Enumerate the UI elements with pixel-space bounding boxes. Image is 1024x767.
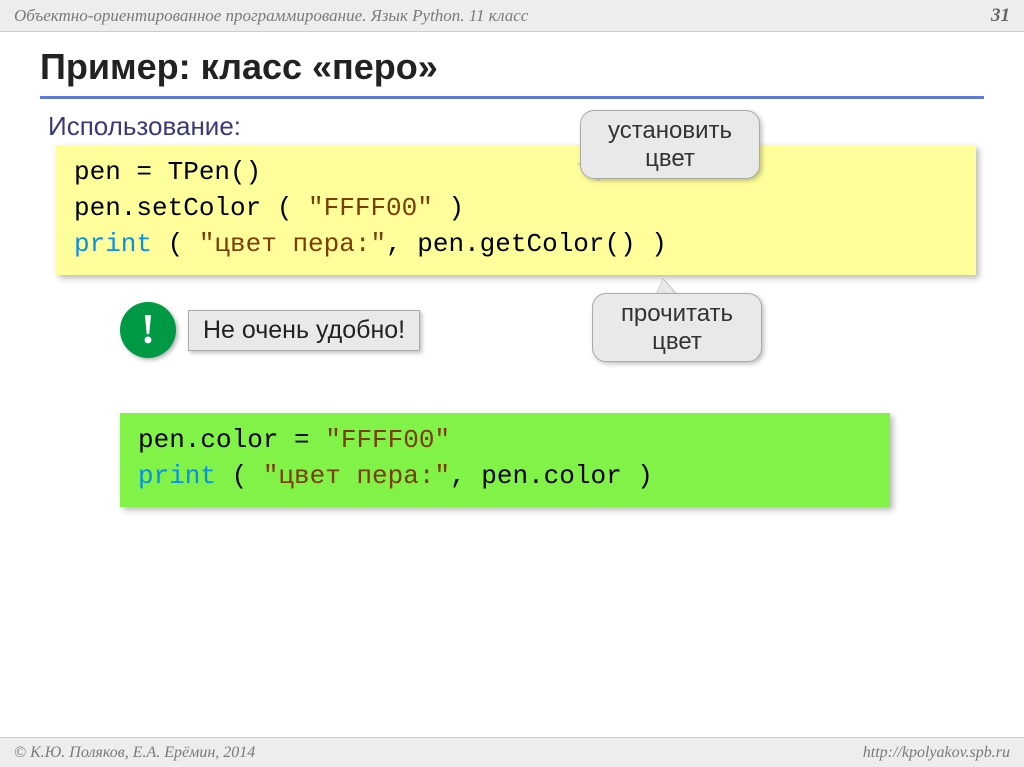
page-number: 31 [991, 5, 1010, 27]
code-text: ) [433, 193, 464, 223]
code-line: print ( "цвет пера:", pen.color ) [138, 459, 872, 495]
title-divider [40, 96, 984, 99]
exclamation-icon: ! [120, 302, 176, 358]
code-text: pen.setColor ( [74, 193, 308, 223]
note-row: ! Не очень удобно! [120, 302, 420, 358]
code-line: pen = TPen() [74, 155, 958, 191]
code-keyword: print [74, 229, 152, 259]
code-string: "FFFF00" [308, 193, 433, 223]
code-text: ( [152, 229, 199, 259]
footer-bar: © К.Ю. Поляков, Е.А. Ерёмин, 2014 http:/… [0, 737, 1024, 767]
code-text: , pen.getColor() ) [386, 229, 667, 259]
callout-read-color: прочитать цвет [592, 293, 762, 362]
code-string: "цвет пера:" [199, 229, 386, 259]
code-text: pen.color = [138, 425, 325, 455]
code-line: pen.setColor ( "FFFF00" ) [74, 191, 958, 227]
code-line: print ( "цвет пера:", pen.getColor() ) [74, 227, 958, 263]
code-string: "цвет пера:" [263, 461, 450, 491]
code-text: = TPen() [121, 157, 261, 187]
code-block-yellow: pen = TPen() pen.setColor ( "FFFF00" ) p… [56, 145, 976, 275]
code-line: pen.color = "FFFF00" [138, 423, 872, 459]
footer-copyright: © К.Ю. Поляков, Е.А. Ерёмин, 2014 [14, 744, 255, 762]
code-text: , pen.color ) [450, 461, 653, 491]
code-string: "FFFF00" [325, 425, 450, 455]
code-text: pen [74, 157, 121, 187]
slide-subtitle: Использование: [48, 111, 1024, 142]
code-block-green: pen.color = "FFFF00" print ( "цвет пера:… [120, 413, 890, 507]
header-title: Объектно-ориентированное программировани… [14, 6, 528, 26]
slide-title: Пример: класс «перо» [40, 46, 1024, 88]
code-keyword: print [138, 461, 216, 491]
header-bar: Объектно-ориентированное программировани… [0, 0, 1024, 32]
footer-url: http://kpolyakov.spb.ru [863, 744, 1010, 762]
callout-set-color: установить цвет [580, 110, 760, 179]
note-text: Не очень удобно! [188, 310, 420, 351]
code-text: ( [216, 461, 263, 491]
